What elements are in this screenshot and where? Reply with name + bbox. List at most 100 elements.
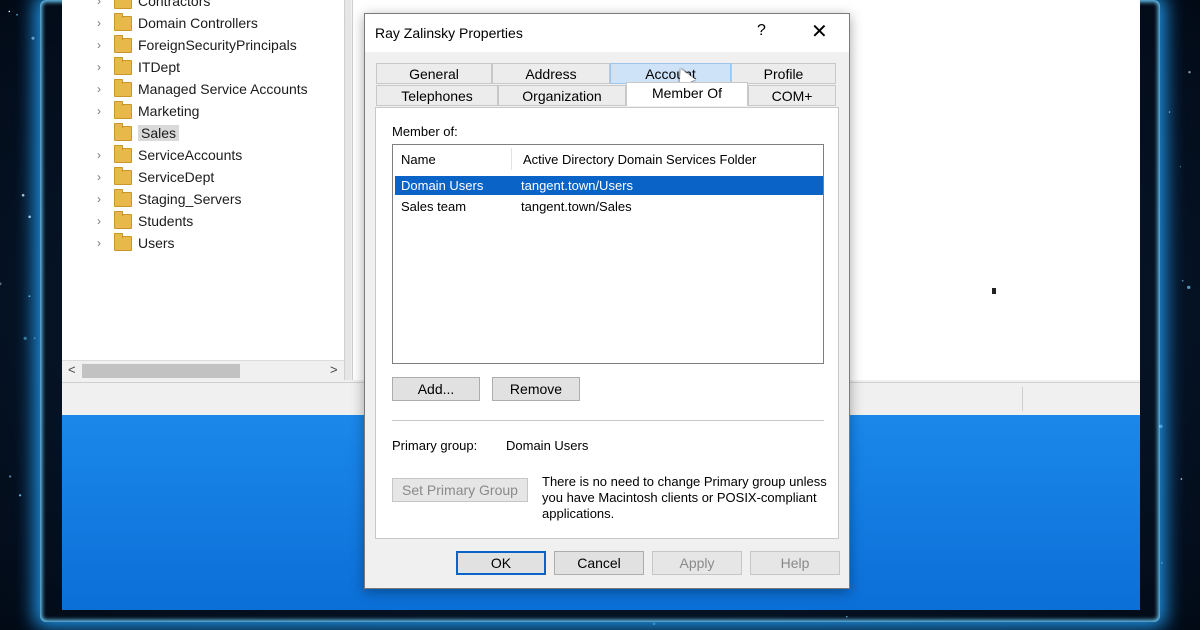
folder-icon (114, 122, 132, 141)
tree-item[interactable]: Sales (92, 122, 180, 144)
dialog-titlebar: Ray Zalinsky Properties ? ✕ (365, 14, 849, 52)
chevron-right-icon[interactable]: › (92, 82, 106, 96)
tree-item[interactable]: › Contractors (92, 0, 210, 12)
member-of-list[interactable]: Name Active Directory Domain Services Fo… (392, 144, 824, 364)
folder-icon (114, 144, 132, 163)
tab-member-of[interactable]: Member Of (626, 82, 748, 106)
star-dot (31, 36, 35, 40)
star-dot (1179, 166, 1182, 168)
tab-telephones[interactable]: Telephones (376, 85, 498, 106)
tree-item[interactable]: › Marketing (92, 100, 199, 122)
primary-group-value: Domain Users (506, 438, 589, 453)
group-name: Sales team (401, 199, 467, 214)
primary-group-note: There is no need to change Primary group… (542, 474, 827, 521)
star-dot (8, 475, 12, 478)
cancel-button[interactable]: Cancel (554, 551, 644, 575)
chevron-right-icon[interactable]: › (92, 0, 106, 8)
tree-item-label: ITDept (138, 59, 181, 75)
tree-item[interactable]: › ForeignSecurityPrincipals (92, 34, 297, 56)
tree-item[interactable]: › ServiceAccounts (92, 144, 242, 166)
close-icon[interactable]: ✕ (811, 19, 828, 44)
star-dot (1180, 478, 1183, 480)
folder-icon (114, 210, 132, 229)
status-separator (1022, 387, 1023, 411)
list-header: Name Active Directory Domain Services Fo… (393, 145, 823, 173)
chevron-right-icon[interactable]: › (92, 192, 106, 206)
tree-item[interactable]: › Users (92, 232, 175, 254)
console-tree[interactable]: › Contractors › Domain Controllers › ForeignS… (62, 0, 345, 380)
tab-com-plus[interactable]: COM+ (748, 85, 836, 106)
tree-item-label: Managed Service Accounts (138, 81, 308, 97)
folder-icon (114, 100, 132, 119)
tree-horizontal-scrollbar[interactable]: < > (62, 360, 344, 381)
remove-button[interactable]: Remove (492, 377, 580, 401)
chevron-right-icon[interactable]: › (92, 16, 106, 30)
column-divider[interactable] (511, 148, 512, 170)
star-dot (1187, 285, 1191, 290)
star-dot (1168, 111, 1171, 113)
column-header-folder[interactable]: Active Directory Domain Services Folder (523, 152, 756, 167)
tree-item-label: Marketing (138, 103, 200, 119)
scroll-right-icon[interactable]: > (330, 362, 338, 377)
tree-item[interactable]: › ServiceDept (92, 166, 214, 188)
tree-item[interactable]: › Managed Service Accounts (92, 78, 308, 100)
chevron-right-icon[interactable]: › (92, 148, 106, 162)
star-dot (21, 193, 25, 197)
folder-icon (114, 34, 132, 53)
star-dot (16, 13, 18, 16)
tree-item-label: Contractors (138, 0, 211, 9)
star-dot (1160, 562, 1163, 564)
add-button[interactable]: Add... (392, 377, 480, 401)
chevron-right-icon[interactable]: › (92, 170, 106, 184)
tree-item[interactable]: › ITDept (92, 56, 180, 78)
chevron-right-icon[interactable]: › (92, 38, 106, 52)
tree-item[interactable]: › Staging_Servers (92, 188, 242, 210)
star-dot (0, 282, 2, 286)
folder-icon (114, 56, 132, 75)
star-dot (1181, 279, 1184, 282)
folder-icon (114, 232, 132, 251)
mouse-pointer-icon (992, 288, 996, 294)
tab-address[interactable]: Address (492, 63, 610, 84)
primary-group-label: Primary group: (392, 438, 478, 453)
group-folder: tangent.town/Sales (521, 199, 632, 214)
chevron-right-icon[interactable]: › (92, 214, 106, 228)
set-primary-group-button[interactable]: Set Primary Group (392, 478, 528, 502)
star-dot (8, 10, 11, 13)
chevron-right-icon[interactable]: › (92, 60, 106, 74)
star-dot (18, 494, 22, 497)
chevron-right-icon[interactable]: › (92, 236, 106, 250)
tab-general[interactable]: General (376, 63, 492, 84)
column-header-name[interactable]: Name (401, 152, 436, 167)
tree-item-label: ForeignSecurityPrincipals (138, 37, 297, 53)
ok-button[interactable]: OK (456, 551, 546, 575)
star-dot (652, 622, 656, 626)
apply-button[interactable]: Apply (652, 551, 742, 575)
tree-item-label: ServiceAccounts (138, 147, 243, 163)
tree-item-label: Users (138, 235, 175, 251)
tree-item-label: Staging_Servers (138, 191, 242, 207)
tree-item-label: ServiceDept (138, 169, 215, 185)
tree-item[interactable]: › Domain Controllers (92, 12, 258, 34)
chevron-right-icon[interactable]: › (92, 104, 106, 118)
dialog-title: Ray Zalinsky Properties (375, 25, 523, 41)
tree-item-label: Students (138, 213, 194, 229)
list-item[interactable]: Sales team tangent.town/Sales (395, 197, 823, 216)
member-of-label: Member of: (392, 124, 458, 139)
list-item[interactable]: Domain Users tangent.town/Users (395, 176, 823, 195)
star-dot (33, 337, 36, 340)
scrollbar-thumb[interactable] (82, 364, 240, 378)
tab-profile[interactable]: Profile (731, 63, 836, 84)
help-question-icon[interactable]: ? (757, 22, 766, 40)
group-name: Domain Users (401, 178, 484, 193)
help-button[interactable]: Help (750, 551, 840, 575)
tree-item[interactable]: › Students (92, 210, 193, 232)
tab-organization[interactable]: Organization (498, 85, 626, 106)
member-of-panel: Member of: Name Active Directory Domain … (375, 107, 839, 539)
pane-splitter[interactable] (345, 0, 351, 380)
folder-icon (114, 0, 132, 9)
divider (392, 420, 824, 421)
scroll-left-icon[interactable]: < (68, 362, 76, 377)
tab-account[interactable]: Account (610, 63, 731, 84)
star-dot (23, 336, 27, 340)
